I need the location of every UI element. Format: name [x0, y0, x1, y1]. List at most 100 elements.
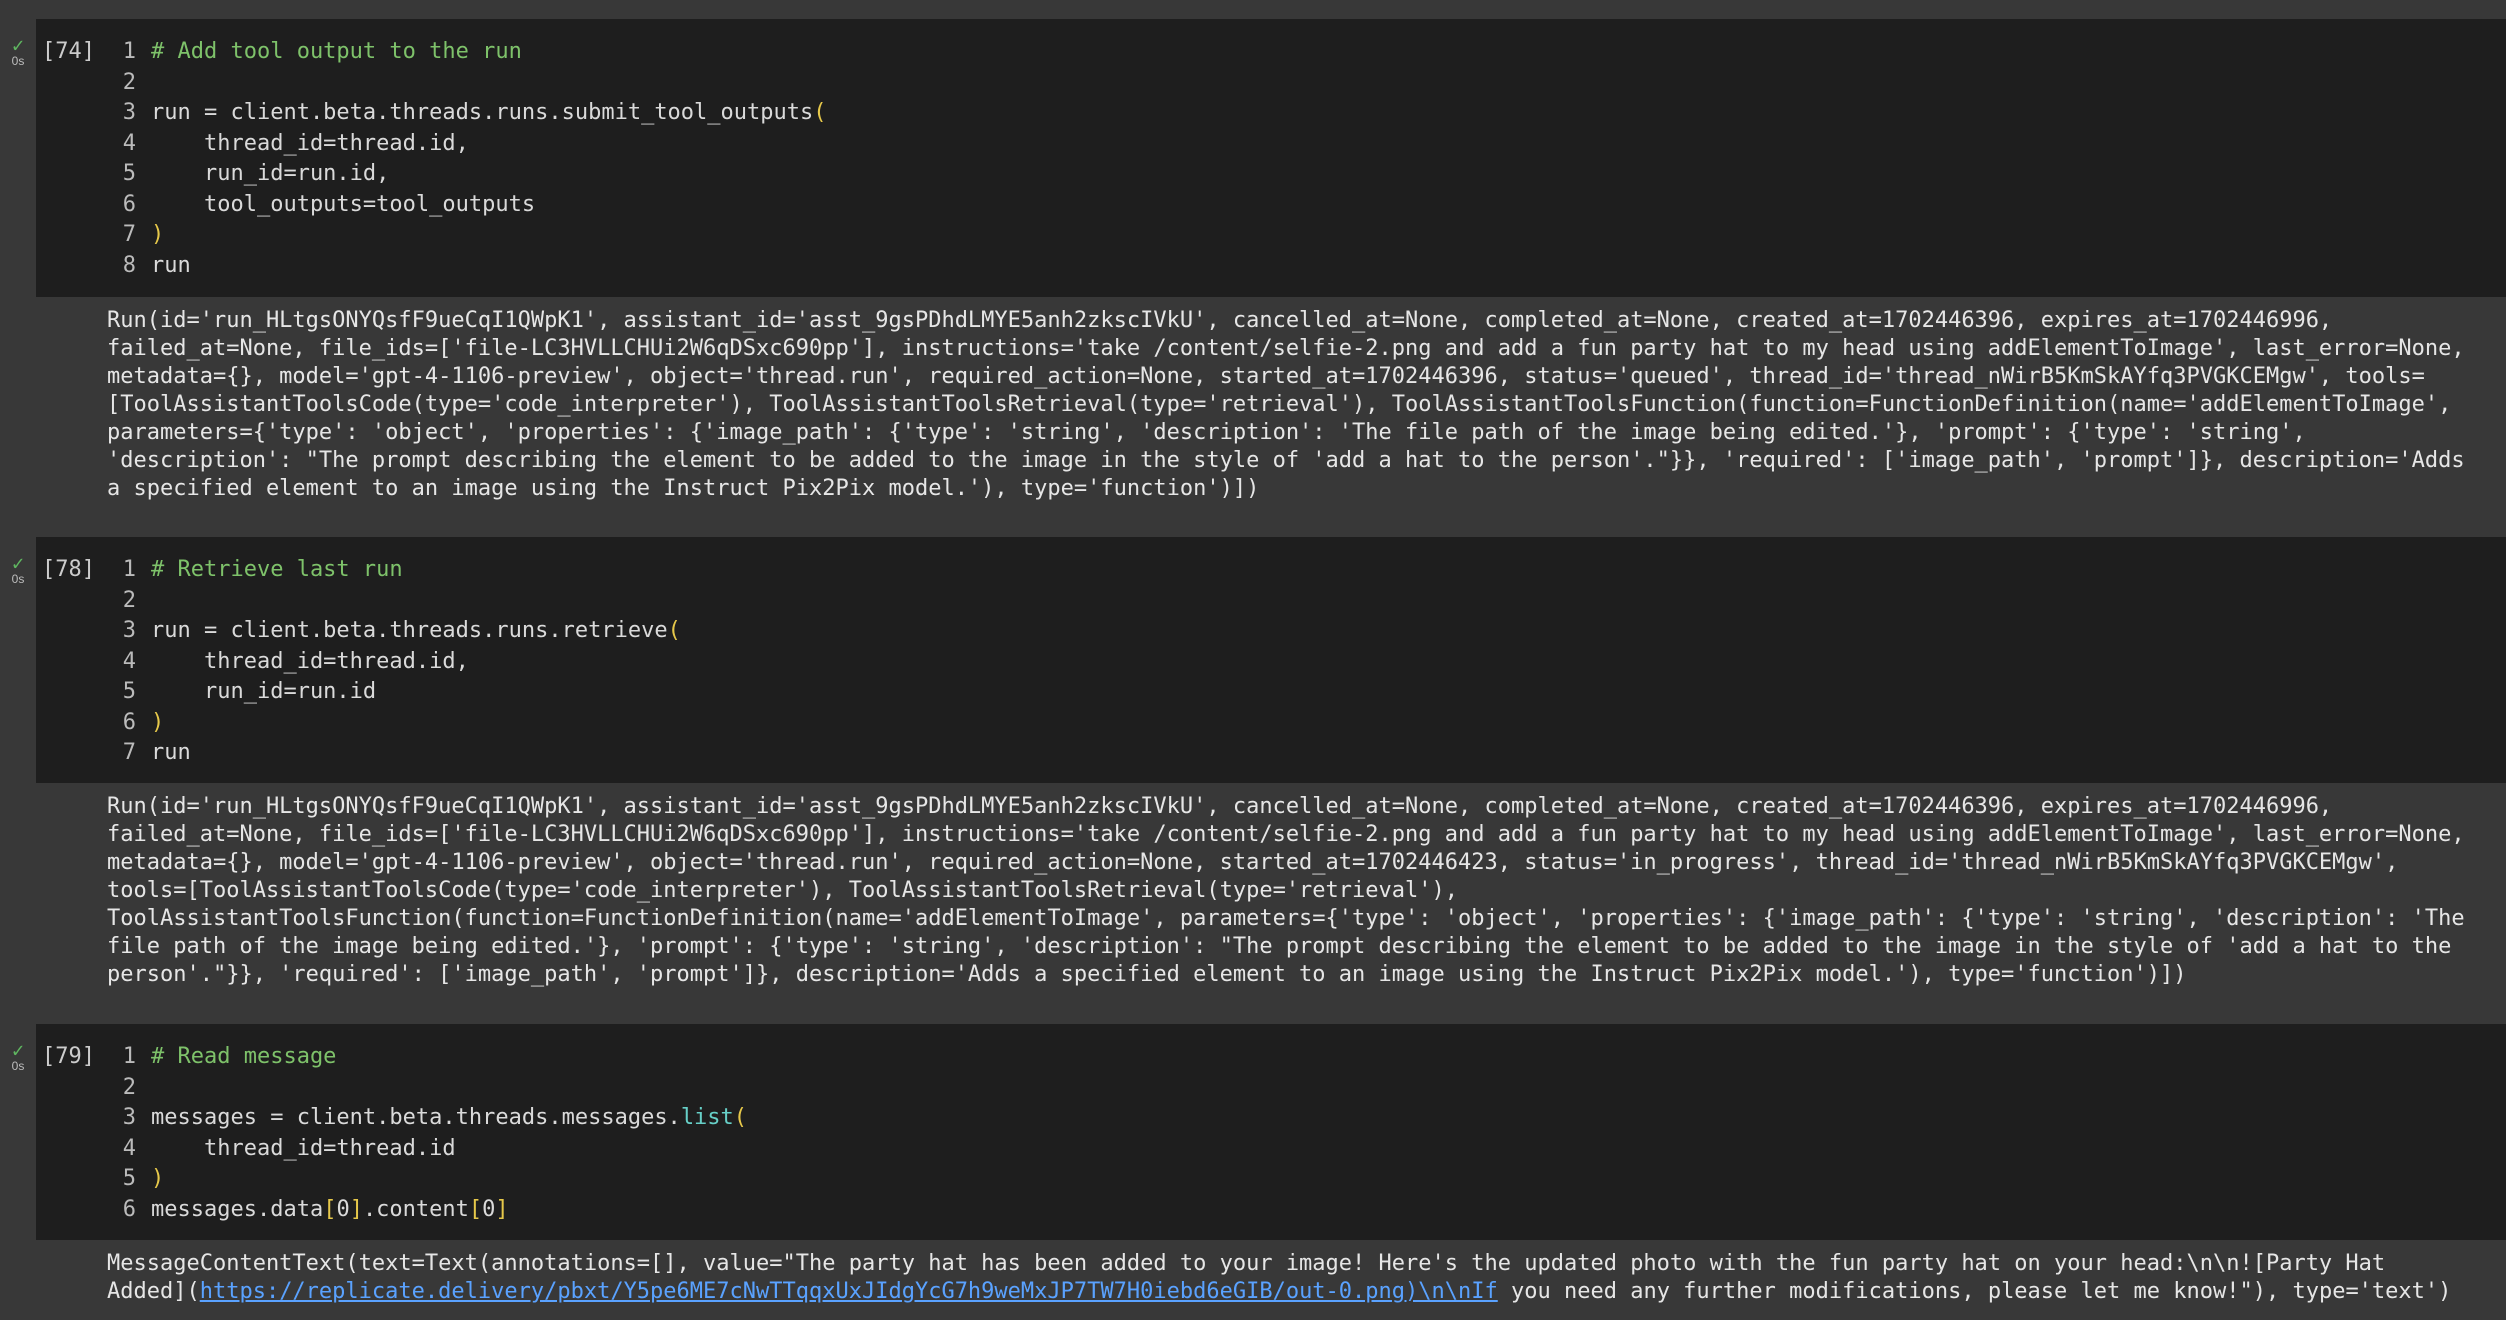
line-number: 2 [122, 587, 136, 613]
output-text: MessageContentText(text=Text(annotations… [107, 1250, 2506, 1306]
code-editor[interactable]: [79] 1 # Read message 2 3 messages = clien… [36, 1024, 2506, 1240]
code-text: run_id=run.id, [151, 161, 390, 186]
code-line: 1 # Add tool output to the run [36, 37, 2486, 68]
code-paren: ( [733, 1105, 748, 1130]
code-line: 6) [36, 708, 2486, 739]
line-number: 2 [122, 69, 136, 95]
code-bracket: [ [323, 1196, 337, 1222]
code-paren: ) [151, 222, 165, 247]
code-text: run = client.beta.threads.runs.retrieve( [151, 616, 681, 646]
code-line: 6 tool_outputs=tool_outputs [36, 190, 2486, 221]
code-text: run [151, 252, 191, 278]
code-line: 7) [36, 220, 2486, 251]
code-text: # Retrieve last run [151, 557, 403, 582]
code-text: messages.data[0].content[0] [151, 1195, 509, 1225]
code-cell-74[interactable]: ✓ 0s [74] 1 # Add tool output to the run … [0, 19, 2506, 537]
cell-output: Run(id='run_HLtgsONYQsfF9ueCqI1QWpK1', a… [36, 783, 2506, 1024]
code-lines[interactable]: 1 # Add tool output to the run 2 3 run = c… [36, 37, 2486, 281]
code-paren: ( [667, 618, 681, 643]
line-number: 5 [122, 1166, 136, 1191]
code-line: 2 [36, 1073, 2486, 1104]
output-text-post: you need any further modifications, plea… [1497, 1279, 2452, 1304]
code-cell-79[interactable]: ✓ 0s [79] 1 # Read message 2 3 messages = … [0, 1024, 2506, 1320]
line-number: 4 [122, 648, 136, 674]
code-line: 6 messages.data[0].content[0] [36, 1195, 2486, 1226]
code-bracket: [ [468, 1196, 483, 1222]
run-status[interactable]: ✓ 0s [9, 551, 27, 585]
code-token: 0 [482, 1196, 496, 1222]
line-number: 7 [122, 222, 136, 247]
cell-output: MessageContentText(text=Text(annotations… [36, 1240, 2506, 1320]
checkmark-icon: ✓ [11, 33, 25, 57]
code-line: 5 run_id=run.id [36, 677, 2486, 708]
line-number: 5 [122, 679, 136, 704]
code-line: 4 thread_id=thread.id, [36, 647, 2486, 678]
code-bracket: ] [349, 1196, 363, 1222]
code-line: 5 run_id=run.id, [36, 159, 2486, 190]
code-text: thread_id=thread.id, [151, 648, 469, 674]
line-number: 4 [122, 1135, 136, 1161]
run-status[interactable]: ✓ 0s [9, 33, 27, 67]
line-number: 3 [122, 100, 136, 125]
code-paren: ) [151, 1166, 165, 1191]
line-number: 1 [122, 1044, 136, 1069]
top-toolbar-strip [0, 0, 2506, 19]
line-number: 3 [122, 618, 136, 643]
run-time: 0s [11, 54, 25, 68]
code-bracket: ] [495, 1196, 509, 1222]
run-time: 0s [11, 1059, 25, 1073]
code-text: run_id=run.id [151, 679, 377, 704]
cell-gutter [0, 537, 36, 1024]
code-line: 2 [36, 586, 2486, 617]
output-text: Run(id='run_HLtgsONYQsfF9ueCqI1QWpK1', a… [107, 794, 2465, 987]
code-line: 7 run [36, 738, 2486, 769]
checkmark-icon: ✓ [11, 551, 25, 575]
code-text: thread_id=thread.id [151, 1135, 456, 1161]
output-link[interactable]: https://replicate.delivery/pbxt/Y5pe6ME7… [200, 1279, 1498, 1304]
line-number: 8 [122, 252, 136, 278]
code-token: messages = client.beta.threads.messages. [151, 1105, 681, 1130]
code-line: 3 run = client.beta.threads.runs.submit_t… [36, 98, 2486, 129]
code-line: 5) [36, 1164, 2486, 1195]
code-line: 3 messages = client.beta.threads.messages… [36, 1103, 2486, 1134]
code-text: # Add tool output to the run [151, 39, 522, 64]
code-line: 1 # Retrieve last run [36, 555, 2486, 586]
code-token: messages.data [151, 1196, 324, 1222]
line-number: 6 [122, 191, 136, 217]
run-status[interactable]: ✓ 0s [9, 1040, 27, 1072]
cell-gutter [0, 19, 36, 537]
code-lines[interactable]: 1 # Retrieve last run 2 3 run = client.bet… [36, 555, 2486, 769]
line-number: 6 [122, 1196, 136, 1222]
line-number: 6 [122, 709, 136, 735]
code-text: run = client.beta.threads.runs.submit_to… [151, 98, 827, 128]
code-paren: ) [151, 709, 165, 735]
code-line: 8 run [36, 251, 2486, 282]
line-number: 1 [122, 557, 136, 582]
run-time: 0s [11, 572, 25, 586]
code-token: .content [362, 1196, 469, 1222]
code-editor[interactable]: [74] 1 # Add tool output to the run 2 3 ru… [36, 19, 2506, 297]
code-text: # Read message [151, 1044, 337, 1069]
code-text: thread_id=thread.id, [151, 130, 469, 156]
line-number: 2 [122, 1074, 136, 1100]
code-line: 1 # Read message [36, 1042, 2486, 1073]
code-function: list [680, 1105, 734, 1130]
code-text: tool_outputs=tool_outputs [151, 191, 536, 217]
code-line: 4 thread_id=thread.id, [36, 129, 2486, 160]
code-line: 2 [36, 68, 2486, 99]
code-text: run [151, 740, 191, 765]
code-lines[interactable]: 1 # Read message 2 3 messages = client.bet… [36, 1042, 2486, 1225]
code-editor[interactable]: [78] 1 # Retrieve last run 2 3 run = clien… [36, 537, 2506, 783]
output-text: Run(id='run_HLtgsONYQsfF9ueCqI1QWpK1', a… [107, 308, 2465, 501]
line-number: 1 [122, 39, 136, 64]
cell-output: Run(id='run_HLtgsONYQsfF9ueCqI1QWpK1', a… [36, 297, 2506, 537]
line-number: 7 [122, 740, 136, 765]
code-line: 4 thread_id=thread.id [36, 1134, 2486, 1165]
code-text: messages = client.beta.threads.messages.… [151, 1103, 747, 1133]
code-line: 3 run = client.beta.threads.runs.retrieve… [36, 616, 2486, 647]
code-token: run = client.beta.threads.runs.submit_to… [151, 100, 814, 125]
code-cell-78[interactable]: ✓ 0s [78] 1 # Retrieve last run 2 3 run = … [0, 537, 2506, 1024]
code-token: 0 [336, 1196, 350, 1222]
line-number: 5 [122, 161, 136, 186]
code-paren: ( [813, 100, 827, 125]
